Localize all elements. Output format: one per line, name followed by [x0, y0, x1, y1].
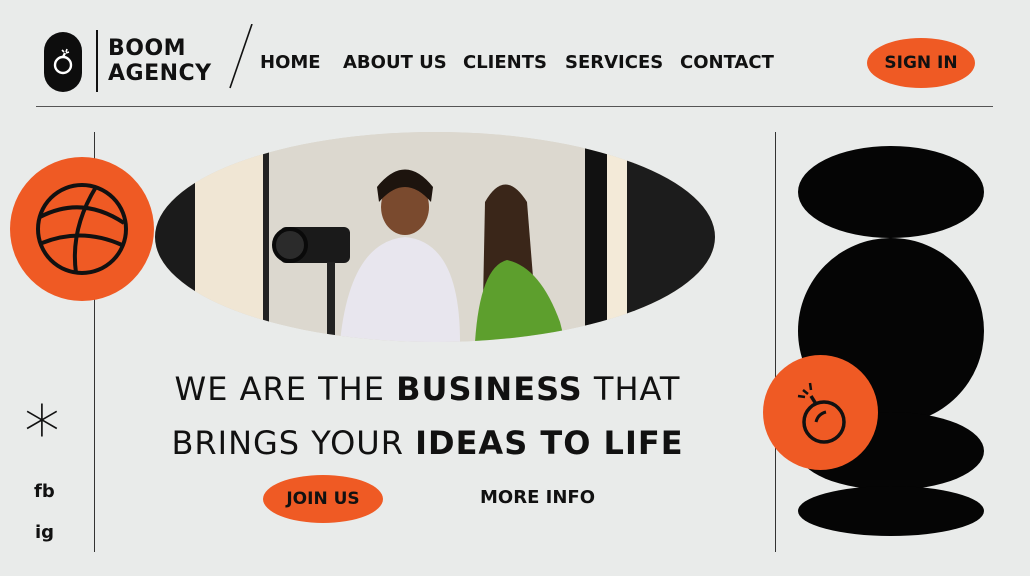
brand-line-1: BOOM [108, 36, 187, 61]
globe-badge [10, 157, 154, 301]
nav-about-us[interactable]: ABOUT US [343, 52, 447, 73]
asterisk-icon: * [24, 390, 60, 474]
nav-slash-divider [229, 24, 253, 89]
headline-line-1-end: THAT [593, 370, 681, 408]
hero-photo-illustration [155, 132, 715, 342]
nav-services[interactable]: SERVICES [565, 52, 663, 73]
headline-line-1-start: WE ARE THE [174, 370, 385, 408]
bomb-badge [763, 355, 878, 470]
nav-clients[interactable]: CLIENTS [463, 52, 547, 73]
logo-divider [96, 30, 98, 92]
decor-blob-top [798, 146, 984, 238]
brand-line-2: AGENCY [108, 61, 212, 86]
headline-line-2-start: BRINGS YOUR [171, 424, 404, 462]
brand-name[interactable]: BOOM AGENCY [108, 36, 212, 86]
right-column-rule [775, 132, 776, 552]
bomb-icon [53, 48, 73, 75]
logo-badge[interactable] [44, 32, 82, 92]
globe-icon [36, 183, 128, 275]
instagram-link[interactable]: ig [35, 522, 54, 543]
headline-line-1: WE ARE THE BUSINESS THAT [135, 362, 720, 416]
hero-photo [155, 132, 715, 342]
hero-headline: WE ARE THE BUSINESS THAT BRINGS YOUR IDE… [135, 362, 720, 470]
headline-line-2-bold: IDEAS TO LIFE [415, 424, 684, 462]
facebook-link[interactable]: fb [34, 481, 55, 502]
sign-in-button[interactable]: SIGN IN [867, 38, 975, 88]
join-us-button[interactable]: JOIN US [263, 475, 383, 523]
nav-home[interactable]: HOME [260, 52, 321, 73]
header-divider [36, 106, 993, 107]
headline-line-1-bold: BUSINESS [396, 370, 583, 408]
nav-contact[interactable]: CONTACT [680, 52, 774, 73]
headline-line-2: BRINGS YOUR IDEAS TO LIFE [135, 416, 720, 470]
more-info-link[interactable]: MORE INFO [480, 487, 595, 508]
bomb-icon [797, 382, 846, 444]
decor-blob-bottom [798, 486, 984, 536]
